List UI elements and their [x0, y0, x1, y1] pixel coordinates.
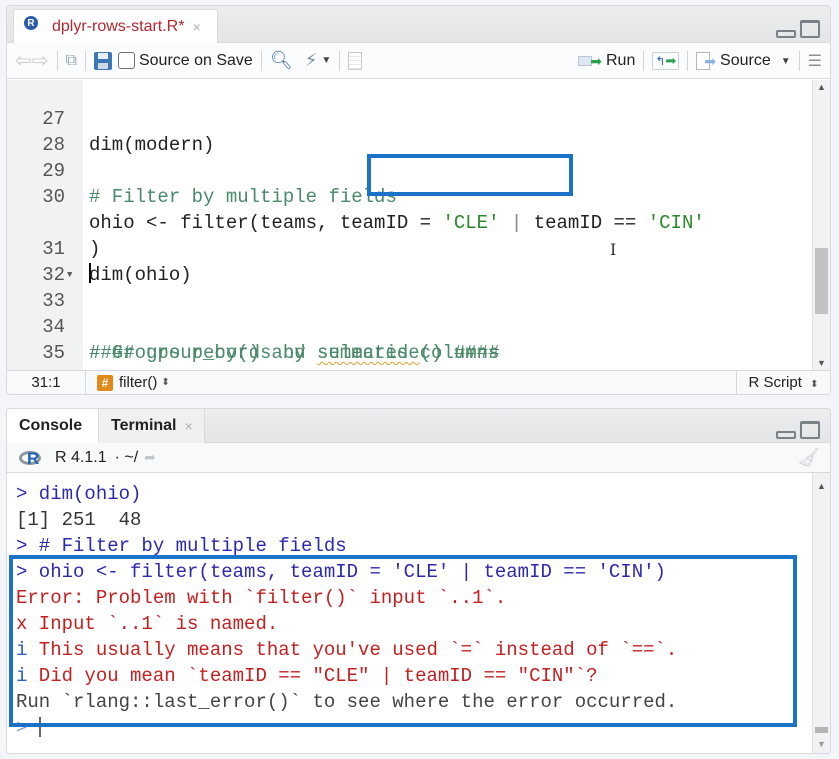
r-file-icon: R [24, 16, 38, 30]
cursor-position: 31:1 [31, 374, 61, 391]
console-scrollbar[interactable]: ▲ ▼ [812, 473, 830, 753]
toolbar-divider [84, 50, 86, 71]
toolbar-divider [687, 51, 689, 71]
up-down-chevron-icon: ⬍ [161, 377, 170, 388]
highlight-box [9, 555, 797, 727]
code-line: 28 [7, 106, 812, 156]
highlight-box [367, 154, 573, 196]
scrollbar-thumb[interactable] [815, 727, 828, 733]
r-version: R 4.1.1 [55, 448, 107, 466]
run-icon[interactable]: ➡ [578, 53, 602, 70]
toolbar-divider [643, 51, 645, 71]
outline-icon[interactable]: ☰ [808, 51, 822, 71]
toolbar-divider [56, 50, 58, 71]
save-icon[interactable] [93, 51, 112, 70]
working-directory: · ~/ [114, 448, 139, 466]
window-controls [776, 421, 820, 439]
rerun-icon[interactable]: ↰ ➡ [652, 52, 680, 70]
function-navigator[interactable]: # filter() ⬍ [97, 374, 170, 391]
toolbar-divider [339, 50, 341, 71]
status-divider [85, 371, 86, 394]
toolbar-right-group: ➡ Run ↰ ➡ ➡ Source ▼ ☰ [578, 43, 822, 79]
console-pane: Console Terminal × R R 4.1.1 · ~/ ➦ 🧹︎ >… [6, 408, 831, 754]
source-on-save-label: Source on Save [138, 51, 253, 69]
file-tab[interactable]: R dplyr-rows-start.R* × [13, 9, 218, 44]
scrollbar-thumb[interactable] [815, 248, 828, 314]
search-icon[interactable]: 🔍︎ [270, 50, 293, 71]
source-editor-pane: R dplyr-rows-start.R* × ⇦ ⇨ ⧉ Source on … [6, 5, 831, 395]
tab-console[interactable]: Console [7, 409, 99, 443]
toolbar-divider [798, 51, 800, 71]
tab-terminal[interactable]: Terminal × [99, 409, 205, 443]
editor-status-bar: 31:1 # filter() ⬍ R Script ⬍ [7, 370, 830, 394]
scroll-down-icon[interactable]: ▼ [813, 739, 830, 749]
forward-arrow-icon[interactable]: ⇨ [32, 48, 49, 73]
r-logo-icon: R [19, 449, 43, 468]
minimize-pane-icon[interactable] [776, 431, 796, 439]
minimize-pane-icon[interactable] [776, 30, 796, 38]
code-line: 27 dim(modern) [7, 80, 812, 156]
back-arrow-icon[interactable]: ⇦ [15, 48, 32, 73]
source-icon[interactable]: ➡ [696, 52, 716, 70]
run-button[interactable]: Run [606, 52, 635, 70]
chevron-down-icon[interactable]: ▼ [321, 55, 331, 66]
scroll-up-icon[interactable]: ▲ [813, 82, 830, 92]
console-output[interactable]: > dim(ohio) [1] 251 48 > # Filter by mul… [7, 473, 830, 753]
code-line: 35 # Aggregates values for each group [7, 314, 812, 390]
editor-tab-bar: R dplyr-rows-start.R* × [7, 6, 830, 44]
code-editor[interactable]: 27 dim(modern) 28 29 # Filter by multipl… [7, 80, 830, 390]
tab-label: Console [19, 417, 83, 434]
fold-toggle-icon[interactable]: ▼ [67, 262, 72, 288]
maximize-pane-icon[interactable] [800, 20, 820, 38]
code-line: 31 dim(ohio) [7, 210, 812, 286]
compile-notebook-icon[interactable] [348, 51, 363, 70]
console-toolbar: R R 4.1.1 · ~/ ➦ 🧹︎ [7, 443, 830, 473]
chevron-down-icon[interactable]: ▼ [781, 56, 791, 67]
window-controls [776, 20, 820, 38]
mouse-ibeam-cursor: I [610, 240, 617, 259]
code-line: 32 [7, 236, 812, 286]
code-line: 34 # Groups records by selected columns [7, 288, 812, 364]
magic-wand-icon[interactable]: ⚡︎ [305, 50, 318, 71]
file-type-label: R Script [748, 374, 802, 391]
up-down-chevron-icon: ⬍ [810, 379, 819, 390]
file-type-selector[interactable]: R Script ⬍ [736, 371, 830, 394]
source-button[interactable]: Source [720, 52, 771, 70]
console-input-line: > dim(ohio) [16, 483, 142, 505]
close-icon[interactable]: × [192, 19, 200, 35]
hash-icon: # [97, 374, 113, 391]
source-on-save-checkbox[interactable] [117, 52, 135, 69]
file-tab-label: dplyr-rows-start.R* [52, 18, 185, 35]
code-line: 33 ▼ #### group_by() and summarise() ###… [7, 262, 812, 364]
broom-clear-console-icon[interactable]: 🧹︎ [797, 447, 820, 468]
editor-scrollbar[interactable]: ▲ ▼ [812, 80, 830, 370]
close-icon[interactable]: × [185, 418, 193, 434]
show-in-window-icon[interactable]: ⧉ [66, 52, 77, 70]
function-name: filter() [119, 374, 158, 391]
maximize-pane-icon[interactable] [800, 421, 820, 439]
console-output-line: [1] 251 48 [16, 509, 142, 531]
code-line: 36 [7, 340, 812, 390]
go-to-directory-icon[interactable]: ➦ [144, 449, 156, 466]
toolbar-divider [260, 50, 262, 71]
scroll-up-icon[interactable]: ▲ [813, 481, 830, 491]
console-tab-bar: Console Terminal × [7, 409, 830, 443]
editor-toolbar: ⇦ ⇨ ⧉ Source on Save 🔍︎ ⚡︎ ▼ ➡ Run ↰ ➡ ➡ … [7, 43, 830, 79]
scroll-down-icon[interactable]: ▼ [813, 358, 830, 368]
tab-label: Terminal [111, 417, 177, 434]
